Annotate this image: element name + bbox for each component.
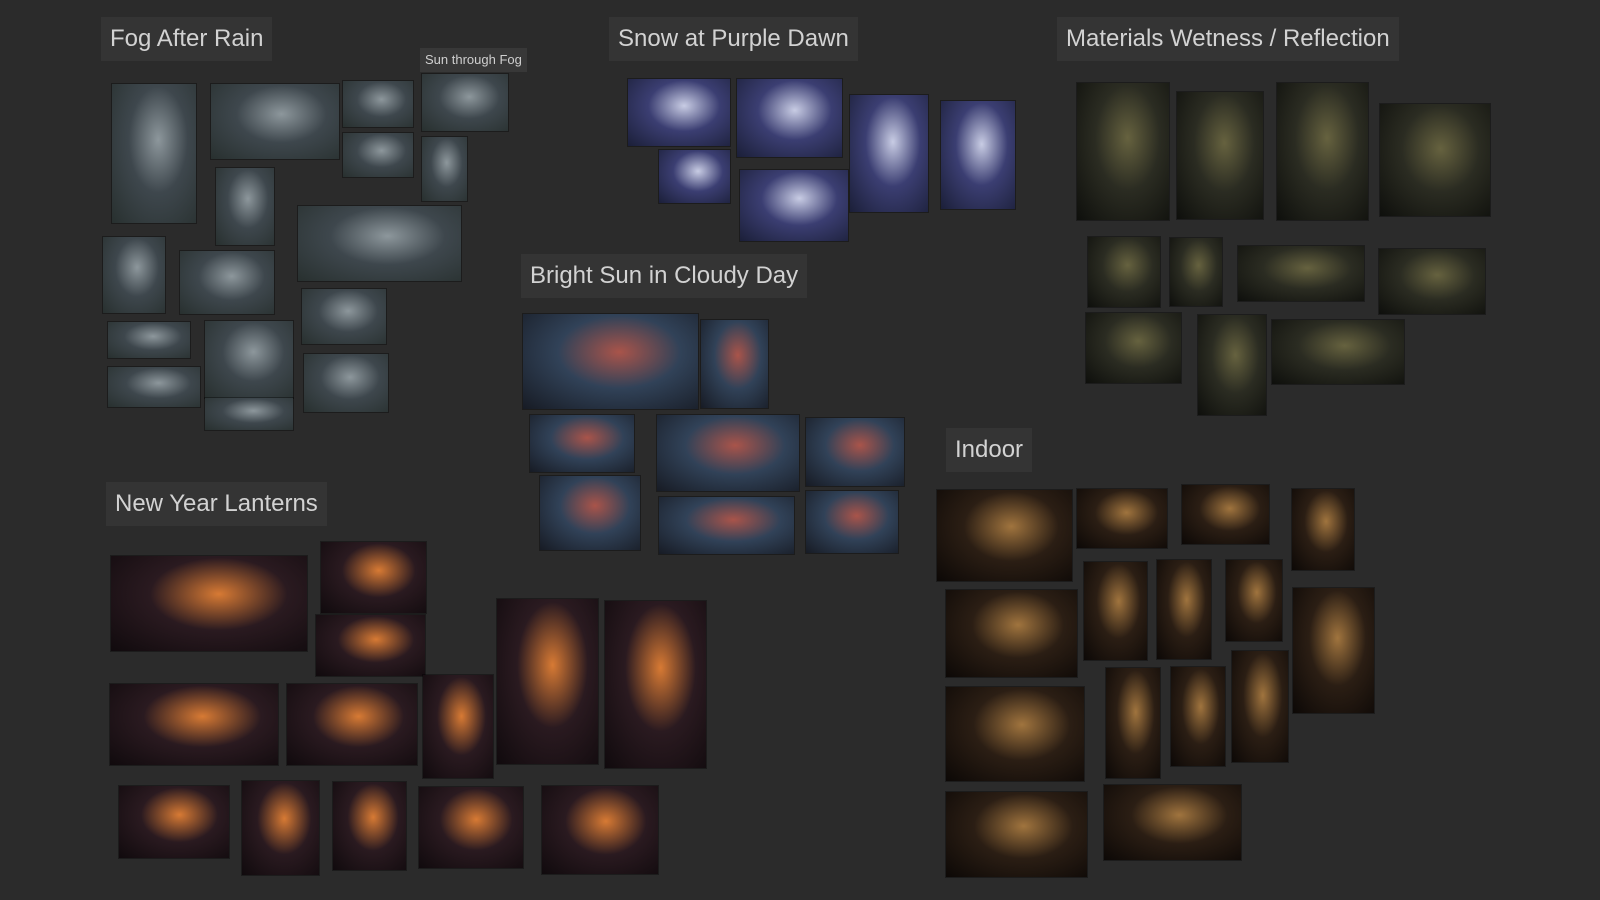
reference-image-thumbnail[interactable] [111,556,307,651]
reference-image-thumbnail[interactable] [211,84,339,159]
reference-image-thumbnail[interactable] [1293,588,1374,713]
reference-image-thumbnail[interactable] [419,787,523,868]
reference-image-thumbnail[interactable] [540,476,640,550]
reference-image-thumbnail[interactable] [941,101,1015,209]
reference-image-thumbnail[interactable] [321,542,426,613]
reference-image-thumbnail[interactable] [659,150,730,203]
group-title-new-year-lanterns[interactable]: New Year Lanterns [106,482,327,526]
reference-image-thumbnail[interactable] [242,781,319,875]
reference-image-thumbnail[interactable] [806,491,898,553]
reference-image-thumbnail[interactable] [1077,489,1167,548]
reference-image-thumbnail[interactable] [287,684,417,765]
reference-image-thumbnail[interactable] [1182,485,1269,544]
reference-image-thumbnail[interactable] [946,792,1087,877]
reference-image-thumbnail[interactable] [1170,238,1222,306]
reference-image-thumbnail[interactable] [108,367,200,407]
reference-image-thumbnail[interactable] [850,95,928,212]
group-title-fog-after-rain[interactable]: Fog After Rain [101,17,273,61]
reference-image-thumbnail[interactable] [1086,313,1181,383]
reference-image-thumbnail[interactable] [1226,560,1282,641]
reference-image-thumbnail[interactable] [946,590,1077,677]
reference-image-thumbnail[interactable] [333,782,406,870]
reference-image-thumbnail[interactable] [343,133,413,177]
group-title-snow-at-purple-dawn[interactable]: Snow at Purple Dawn [609,17,858,61]
reference-image-thumbnail[interactable] [937,490,1072,581]
reference-image-thumbnail[interactable] [1157,560,1211,659]
reference-image-thumbnail[interactable] [298,206,461,281]
reference-image-thumbnail[interactable] [1106,668,1160,778]
group-title-materials-wetness-reflection[interactable]: Materials Wetness / Reflection [1057,17,1399,61]
reference-image-thumbnail[interactable] [302,289,386,344]
reference-image-thumbnail[interactable] [657,415,799,491]
reference-image-thumbnail[interactable] [1272,320,1404,384]
reference-image-thumbnail[interactable] [423,675,493,778]
reference-image-thumbnail[interactable] [1171,667,1225,766]
reference-image-thumbnail[interactable] [216,168,274,245]
reference-image-thumbnail[interactable] [119,786,229,858]
reference-image-thumbnail[interactable] [108,322,190,358]
reference-image-thumbnail[interactable] [1232,651,1288,762]
reference-image-thumbnail[interactable] [205,321,293,398]
reference-image-thumbnail[interactable] [1177,92,1263,219]
reference-image-thumbnail[interactable] [304,354,388,412]
reference-image-thumbnail[interactable] [1238,246,1364,301]
reference-image-thumbnail[interactable] [1277,83,1368,220]
reference-image-thumbnail[interactable] [530,415,634,472]
reference-image-thumbnail[interactable] [740,170,848,241]
reference-image-thumbnail[interactable] [1077,83,1169,220]
reference-image-thumbnail[interactable] [103,237,165,313]
reference-image-thumbnail[interactable] [542,786,658,874]
reference-image-thumbnail[interactable] [1380,104,1490,216]
reference-image-thumbnail[interactable] [422,137,467,201]
reference-image-thumbnail[interactable] [110,684,278,765]
reference-image-thumbnail[interactable] [946,687,1084,781]
group-title-indoor[interactable]: Indoor [946,428,1033,472]
sub-label-sun-through-fog[interactable]: Sun through Fog [420,48,527,72]
reference-image-thumbnail[interactable] [205,398,293,430]
group-title-bright-sun-in-cloudy-day[interactable]: Bright Sun in Cloudy Day [521,254,808,298]
reference-image-thumbnail[interactable] [737,79,842,157]
reference-image-thumbnail[interactable] [1104,785,1241,860]
reference-image-thumbnail[interactable] [806,418,904,486]
reference-image-thumbnail[interactable] [628,79,730,146]
reference-image-thumbnail[interactable] [523,314,698,409]
reference-image-thumbnail[interactable] [422,74,508,131]
reference-image-thumbnail[interactable] [1379,249,1485,314]
moodboard-canvas[interactable]: Fog After Rain Sun through Fog Snow at P… [0,0,1600,900]
reference-image-thumbnail[interactable] [605,601,706,768]
reference-image-thumbnail[interactable] [497,599,598,764]
reference-image-thumbnail[interactable] [112,84,196,223]
reference-image-thumbnail[interactable] [180,251,274,314]
reference-image-thumbnail[interactable] [1088,237,1160,307]
reference-image-thumbnail[interactable] [1084,562,1147,660]
reference-image-thumbnail[interactable] [1198,315,1266,415]
reference-image-thumbnail[interactable] [1292,489,1354,570]
reference-image-thumbnail[interactable] [659,497,794,554]
reference-image-thumbnail[interactable] [343,81,413,127]
reference-image-thumbnail[interactable] [701,320,768,408]
reference-image-thumbnail[interactable] [316,615,425,676]
